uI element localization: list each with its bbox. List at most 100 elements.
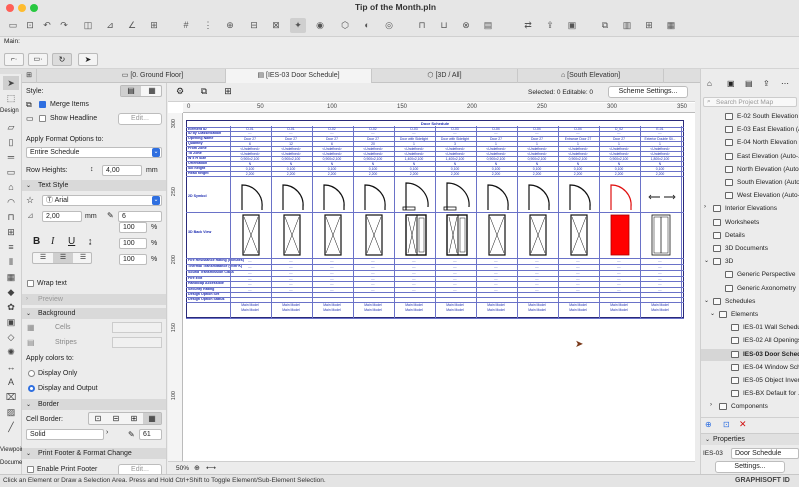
table-cell[interactable]: <Undefined> — [312, 152, 352, 156]
font-select[interactable]: Ⓣ Arial — [42, 195, 162, 206]
section-icon[interactable]: ⊓ — [414, 18, 430, 33]
border-line-chevron-icon[interactable]: › — [106, 429, 108, 436]
snap-icon[interactable]: ⊞ — [146, 18, 162, 33]
tree-item[interactable]: IES-03 Door Schedule — [701, 348, 799, 361]
angle-icon[interactable]: ∠ — [124, 18, 140, 33]
table-cell[interactable]: <Undefined> — [517, 152, 557, 156]
table-cell[interactable]: --- — [640, 271, 680, 275]
table-cell[interactable]: Main Model — [353, 308, 393, 312]
detail-icon[interactable]: ⊗ — [458, 18, 474, 33]
morph-tool-icon[interactable]: ◆ — [3, 285, 19, 299]
table-cell[interactable]: --- — [271, 131, 311, 135]
table-cell[interactable]: --- — [517, 277, 557, 281]
table-cell[interactable]: --- — [599, 271, 639, 275]
table-cell[interactable]: --- — [435, 277, 475, 281]
tree-item[interactable]: West Elevation (Auto-... — [701, 190, 799, 202]
table-cell[interactable]: --- — [599, 131, 639, 135]
background-collapse-icon[interactable]: ⌄ — [26, 310, 31, 317]
publisher-icon[interactable]: ⇪ — [763, 79, 770, 88]
scheme-settings-button[interactable]: Scheme Settings... — [608, 86, 688, 98]
tree-item[interactable]: E-03 East Elevation (A... — [701, 124, 799, 136]
table-cell[interactable]: --- — [558, 259, 598, 263]
table-cell[interactable]: --- — [476, 277, 516, 281]
table-cell[interactable]: --- — [353, 288, 393, 292]
settings-button[interactable]: Settings... — [715, 461, 785, 473]
filter-icon[interactable]: ⊟ — [246, 18, 262, 33]
properties-collapse-icon[interactable]: ⌄ — [705, 436, 710, 443]
table-cell[interactable]: --- — [230, 265, 270, 269]
width-factor-input[interactable]: 100 — [119, 222, 147, 233]
table-cell[interactable]: --- — [394, 259, 434, 263]
elevation-icon[interactable]: ⊔ — [436, 18, 452, 33]
table-cell[interactable]: --- — [599, 288, 639, 292]
enable-print-footer-checkbox[interactable] — [27, 466, 34, 473]
table-cell[interactable]: 1 — [558, 142, 598, 146]
column-tool-icon[interactable]: ▯ — [3, 135, 19, 149]
tree-item[interactable]: IES-BX Default for ... — [701, 388, 799, 400]
table-cell[interactable]: --- — [353, 131, 393, 135]
view-map-icon[interactable]: ▣ — [727, 79, 735, 88]
border-all-icon[interactable]: ▦ — [143, 413, 161, 424]
table-cell[interactable]: --- — [517, 265, 557, 269]
table-cell[interactable]: Main Model — [312, 308, 352, 312]
table-cell[interactable]: <Undefined> — [599, 152, 639, 156]
beam-tool-icon[interactable]: ═ — [3, 150, 19, 164]
border-line-select[interactable]: Solid — [26, 429, 104, 440]
table-cell[interactable]: --- — [599, 265, 639, 269]
table-cell[interactable]: 0,100 — [435, 167, 475, 171]
table-cell[interactable]: 0,900x2,100 — [599, 157, 639, 161]
table-cell[interactable]: Door 27 — [230, 137, 270, 141]
tree-item[interactable]: ⌄ Elements — [701, 309, 799, 321]
magic-wand-icon[interactable]: ✦ — [290, 18, 306, 33]
palette-icon[interactable]: ▦ — [663, 18, 679, 33]
table-cell[interactable]: --- — [353, 277, 393, 281]
table-cell[interactable]: --- — [394, 271, 434, 275]
table-cell[interactable]: 0,100 — [353, 167, 393, 171]
table-cell[interactable]: <Undefined> — [640, 152, 680, 156]
table-cell[interactable]: <Undefined> — [394, 147, 434, 151]
table-cell[interactable]: --- — [230, 259, 270, 263]
table-cell[interactable]: 0,100 — [476, 167, 516, 171]
spacing-factor-input[interactable]: 100 — [119, 238, 147, 249]
table-cell[interactable]: --- — [476, 271, 516, 275]
table-cell[interactable]: Main Model — [394, 308, 434, 312]
polyline-geometry-icon[interactable]: ⌐· — [4, 53, 24, 66]
open-icon[interactable]: ▭ — [5, 18, 21, 33]
table-cell[interactable]: 0,100 — [230, 167, 270, 171]
cursor-icon[interactable]: ➤ — [78, 53, 98, 66]
table-cell[interactable]: <Undefined> — [435, 147, 475, 151]
favorite-star-icon[interactable]: ☆ — [26, 195, 34, 206]
table-cell[interactable]: 2,200 — [435, 172, 475, 176]
table-cell[interactable]: --- — [353, 271, 393, 275]
table-cell[interactable]: N — [394, 162, 434, 166]
text-style-collapse-icon[interactable]: ⌄ — [26, 182, 31, 189]
tab-south-elevation[interactable]: ⌂ [South Elevation] — [518, 69, 664, 83]
table-cell[interactable]: Main Model — [640, 303, 680, 307]
table-cell[interactable]: --- — [517, 288, 557, 292]
table-cell[interactable]: 0,100 — [558, 167, 598, 171]
table-cell[interactable]: --- — [353, 282, 393, 286]
shade-icon[interactable]: ◐ — [359, 18, 375, 33]
project-map-search[interactable]: ⌕ Search Project Map — [703, 97, 797, 107]
table-cell[interactable]: --- — [312, 282, 352, 286]
table-cell[interactable]: --- — [558, 282, 598, 286]
table-cell[interactable]: 6 — [312, 142, 352, 146]
preview-header[interactable]: Preview — [22, 294, 166, 305]
table-cell[interactable]: Main Model — [558, 303, 598, 307]
table-cell[interactable]: Main Model — [312, 303, 352, 307]
table-cell[interactable]: --- — [230, 131, 270, 135]
table-cell[interactable]: --- — [312, 265, 352, 269]
tree-item[interactable]: Generic Axonometry — [701, 283, 799, 295]
tree-item[interactable]: South Elevation (Auto... — [701, 177, 799, 189]
table-cell[interactable]: --- — [476, 259, 516, 263]
rotate-icon[interactable]: ↻ — [52, 53, 72, 66]
properties-header[interactable]: ⌄ Properties — [701, 433, 799, 445]
table-cell[interactable]: --- — [476, 131, 516, 135]
table-cell[interactable]: 1 — [476, 142, 516, 146]
tree-item[interactable]: IES-01 Wall Schedule — [701, 322, 799, 334]
font-chevron-icon[interactable]: ⌄ — [152, 196, 160, 205]
shell-tool-icon[interactable]: ◠ — [3, 195, 19, 209]
zoom-in-icon[interactable]: ⊕ — [194, 464, 200, 472]
table-cell[interactable]: --- — [271, 277, 311, 281]
table-cell[interactable]: 2,200 — [312, 172, 352, 176]
